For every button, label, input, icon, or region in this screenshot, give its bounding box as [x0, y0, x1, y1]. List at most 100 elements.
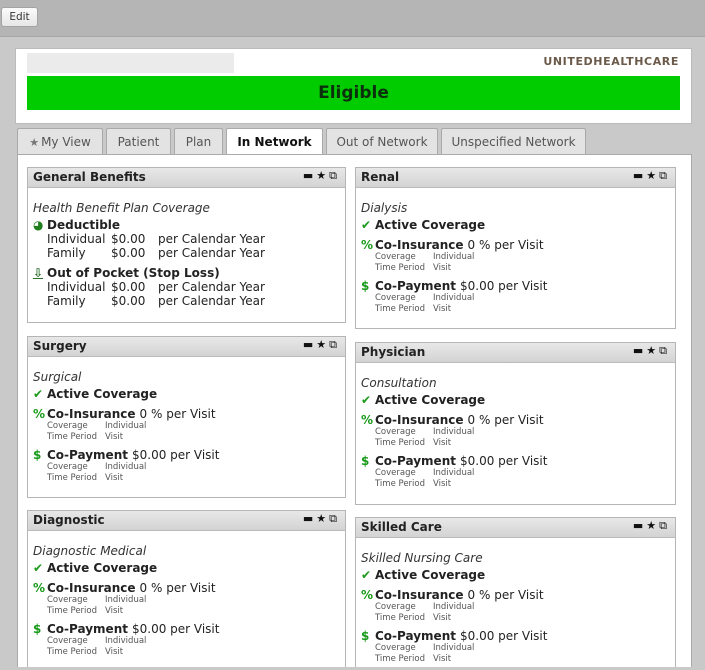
detail-value: Visit: [433, 262, 452, 273]
favorite-star-icon[interactable]: ★: [646, 344, 659, 357]
detail-key: Time Period: [375, 303, 426, 314]
favorite-star-icon[interactable]: ★: [316, 512, 329, 525]
patient-header: UNITEDHEALTHCARE Eligible: [15, 48, 692, 124]
minimize-icon[interactable]: ▬: [633, 344, 646, 357]
row-amount: $0.00: [111, 280, 146, 294]
active-coverage-label: Active Coverage: [47, 387, 158, 401]
redacted-patient-name: [27, 53, 234, 73]
coinsurance-label: Co-Insurance: [47, 407, 136, 421]
row-who: Individual: [47, 280, 106, 294]
copayment-label: Co-Payment: [375, 629, 456, 643]
panel-tools: ▬★⧉: [633, 169, 670, 183]
coinsurance-label: Co-Insurance: [375, 413, 464, 427]
panel-header: Renal ▬★⧉: [356, 168, 675, 188]
minimize-icon[interactable]: ▬: [633, 519, 646, 532]
copayment-label: Co-Payment: [375, 279, 456, 293]
coverage-name: Dialysis: [361, 201, 408, 215]
detail-key: Coverage: [47, 462, 88, 472]
panel-title: Renal: [361, 170, 400, 184]
panel-header: General Benefits ▬★⧉: [28, 168, 345, 188]
tab-unspecified-network[interactable]: Unspecified Network: [441, 128, 586, 155]
minimize-icon[interactable]: ▬: [303, 169, 316, 182]
coverage-name: Consultation: [361, 376, 437, 390]
tab-my-view[interactable]: ★ My View: [17, 128, 103, 155]
detail-key: Coverage: [47, 636, 88, 646]
checkmark-icon: ✔: [361, 568, 372, 582]
coverage-name: Skilled Nursing Care: [361, 551, 483, 565]
oop-row: Individual $0.00 per Calendar Year: [33, 280, 340, 294]
detail-key: Time Period: [375, 262, 426, 273]
deductible-label: Deductible: [47, 218, 121, 232]
panel-renal: Renal ▬★⧉ Dialysis ✔ Active Coverage % Co-…: [355, 167, 676, 329]
row-period: per Calendar Year: [158, 246, 265, 260]
panel-title: Skilled Care: [361, 520, 442, 534]
panel-physician: Physician ▬★⧉ Consultation ✔ Active Cover…: [355, 342, 676, 505]
coinsurance-value: 0 % per Visit: [467, 413, 544, 427]
detail-value: Individual: [105, 421, 147, 431]
copy-icon[interactable]: ⧉: [659, 169, 670, 182]
coinsurance-value: 0 % per Visit: [467, 238, 544, 252]
panel-general-benefits: General Benefits ▬★⧉ Health Benefit Plan…: [27, 167, 346, 323]
detail-key: Time Period: [47, 431, 98, 442]
detail-value: Visit: [433, 653, 452, 664]
tab-label: My View: [41, 135, 91, 149]
edit-button[interactable]: Edit: [1, 7, 38, 27]
copy-icon[interactable]: ⧉: [659, 519, 670, 532]
favorite-star-icon[interactable]: ★: [646, 169, 659, 182]
detail-value: Visit: [105, 605, 124, 616]
panel-tools: ▬★⧉: [633, 344, 670, 358]
copy-icon[interactable]: ⧉: [329, 338, 340, 351]
row-who: Family: [47, 294, 86, 308]
percent-icon: %: [361, 588, 374, 602]
panel-tools: ▬★⧉: [303, 169, 340, 183]
panel-header: Skilled Care ▬★⧉: [356, 518, 675, 538]
detail-value: Individual: [433, 468, 475, 478]
panel-title: Physician: [361, 345, 426, 359]
favorite-star-icon[interactable]: ★: [316, 338, 329, 351]
copy-icon[interactable]: ⧉: [329, 169, 340, 182]
detail-key: Coverage: [47, 595, 88, 605]
copy-icon[interactable]: ⧉: [659, 344, 670, 357]
detail-value: Individual: [433, 252, 475, 262]
row-period: per Calendar Year: [158, 232, 265, 246]
minimize-icon[interactable]: ▬: [303, 338, 316, 351]
detail-key: Coverage: [375, 643, 416, 653]
minimize-icon[interactable]: ▬: [633, 169, 646, 182]
panel-surgery: Surgery ▬★⧉ Surgical ✔ Active Coverage % C…: [27, 336, 346, 498]
favorite-star-icon[interactable]: ★: [646, 519, 659, 532]
panel-skilled-care: Skilled Care ▬★⧉ Skilled Nursing Care ✔ A…: [355, 517, 676, 667]
top-toolbar: Edit: [0, 0, 705, 37]
deductible-row: Individual $0.00 per Calendar Year: [33, 232, 340, 246]
tab-in-network[interactable]: In Network: [226, 128, 323, 156]
panel-header: Surgery ▬★⧉: [28, 337, 345, 357]
detail-value: Visit: [433, 612, 452, 623]
active-coverage-label: Active Coverage: [375, 218, 486, 232]
panel-tools: ▬★⧉: [303, 512, 340, 526]
copy-icon[interactable]: ⧉: [329, 512, 340, 525]
panel-diagnostic: Diagnostic ▬★⧉ Diagnostic Medical ✔ Activ…: [27, 510, 346, 667]
minimize-icon[interactable]: ▬: [303, 512, 316, 525]
panel-title: Diagnostic: [33, 513, 105, 527]
dollar-icon: $: [33, 622, 42, 636]
detail-key: Time Period: [47, 605, 98, 616]
detail-value: Visit: [105, 646, 124, 657]
detail-value: Individual: [105, 636, 147, 646]
star-icon: ★: [29, 136, 40, 149]
panel-tools: ▬★⧉: [633, 519, 670, 533]
detail-value: Visit: [433, 303, 452, 314]
row-amount: $0.00: [111, 246, 146, 260]
tab-patient[interactable]: Patient: [106, 128, 171, 155]
tab-plan[interactable]: Plan: [174, 128, 223, 155]
percent-icon: %: [33, 407, 46, 421]
row-who: Individual: [47, 232, 106, 246]
dollar-icon: $: [361, 279, 370, 293]
detail-value: Individual: [433, 427, 475, 437]
favorite-star-icon[interactable]: ★: [316, 169, 329, 182]
active-coverage-label: Active Coverage: [47, 561, 158, 575]
tab-out-of-network[interactable]: Out of Network: [326, 128, 438, 155]
copayment-value: $0.00 per Visit: [131, 448, 220, 462]
pie-chart-icon: ◕: [33, 218, 44, 232]
coverage-name: Surgical: [33, 370, 82, 384]
deductible-row: Family $0.00 per Calendar Year: [33, 246, 340, 260]
copayment-value: $0.00 per Visit: [459, 629, 548, 643]
